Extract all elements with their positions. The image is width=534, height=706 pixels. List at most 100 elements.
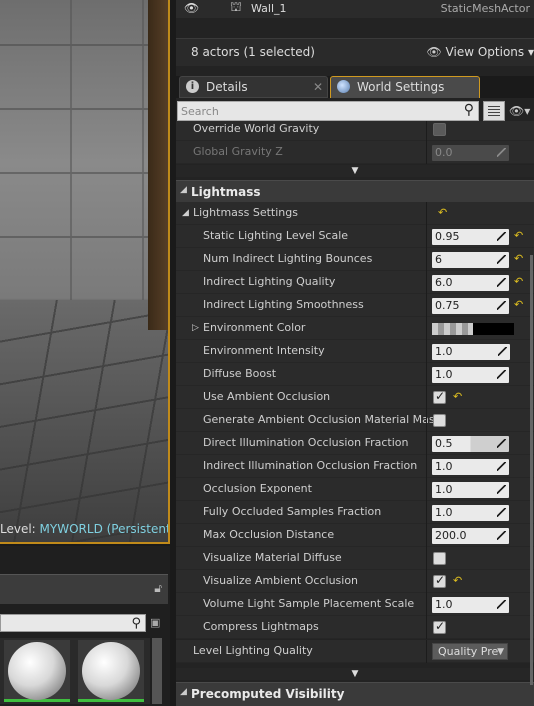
number-field[interactable]: 6.0 <box>432 275 509 291</box>
reset-arrow-icon[interactable]: ↶ <box>453 390 462 403</box>
prop-global-gravity-z: Global Gravity Z 0.0 <box>176 141 534 164</box>
column-divider <box>426 640 427 663</box>
reset-arrow-icon[interactable]: ↶ <box>514 298 523 311</box>
content-search-field[interactable]: ⚲ <box>0 614 146 632</box>
number-field[interactable]: 1.0 <box>432 597 509 613</box>
asset-scrollbar[interactable] <box>152 638 162 704</box>
slider-field[interactable]: 1.0 <box>432 482 509 498</box>
group-lightmass-settings[interactable]: ◢ Lightmass Settings ↶ <box>176 202 534 225</box>
prop-value <box>426 409 534 432</box>
details-scrollbar[interactable] <box>530 255 533 685</box>
slider-field[interactable]: 1.0 <box>432 367 509 383</box>
drag-handle-icon <box>497 278 506 287</box>
number-value: 0.5 <box>435 437 453 450</box>
number-value: 0.0 <box>435 146 453 159</box>
save-icon[interactable]: ▣ <box>150 616 160 629</box>
search-input[interactable] <box>181 104 451 118</box>
close-icon[interactable]: ✕ <box>313 80 323 94</box>
level-prefix: Level: <box>0 522 40 536</box>
outliner-row[interactable]: 👁︎ ⛫ Wall_1 StaticMeshActor <box>176 0 534 18</box>
tab-bar: i Details ✕ World Settings <box>176 76 534 98</box>
details-search: ⚲ <box>177 101 479 121</box>
prop-label: Global Gravity Z <box>193 145 283 158</box>
advanced-expander[interactable]: ▼ <box>176 668 534 680</box>
search-icon[interactable]: ⚲ <box>464 102 474 118</box>
material-sphere-preview <box>8 642 66 700</box>
reset-arrow-icon[interactable]: ↶ <box>453 574 462 587</box>
section-precomputed-visibility[interactable]: ◢ Precomputed Visibility <box>176 682 534 706</box>
prop-static-lighting-level-scale: Static Lighting Level Scale 0.95 ↶ <box>176 225 534 248</box>
prop-label: Visualize Material Diffuse <box>203 551 342 564</box>
viewport-level-label: Level: MYWORLD (Persistent) <box>0 522 168 536</box>
material-sphere-preview <box>82 642 140 700</box>
slider-field[interactable]: 1.0 <box>432 459 509 475</box>
viewport-wall <box>0 0 150 300</box>
number-field[interactable]: 200.0 <box>432 528 509 544</box>
property-matrix-button[interactable] <box>483 101 505 121</box>
prop-environment-intensity: Environment Intensity 1.0 <box>176 340 534 363</box>
lock-icon[interactable]: 🔓︎ <box>154 581 162 596</box>
checkbox[interactable] <box>433 414 446 427</box>
drag-handle-icon <box>497 148 506 157</box>
checkbox[interactable] <box>433 619 446 634</box>
checkbox[interactable] <box>433 389 446 404</box>
reset-arrow-icon[interactable]: ↶ <box>514 229 523 242</box>
tab-label: Details <box>206 80 248 94</box>
slider-field[interactable]: 1.0 <box>432 344 510 360</box>
asset-thumbnail[interactable] <box>4 640 70 702</box>
reset-arrow-icon[interactable]: ↶ <box>514 252 523 265</box>
level-viewport[interactable]: Level: MYWORLD (Persistent) <box>0 0 170 544</box>
chevron-down-icon: ▼ <box>497 647 504 657</box>
column-divider <box>426 317 427 340</box>
number-value: 0.75 <box>435 299 460 312</box>
checkbox[interactable] <box>433 573 446 588</box>
actor-type: StaticMeshActor <box>440 2 530 15</box>
slider-field[interactable]: 0.5 <box>432 436 509 452</box>
prop-label: Override World Gravity <box>193 122 320 135</box>
drag-handle-icon <box>498 347 507 356</box>
reset-arrow-icon[interactable]: ↶ <box>514 275 523 288</box>
column-divider <box>426 202 427 225</box>
asset-thumbnail[interactable] <box>78 640 144 702</box>
color-swatch[interactable] <box>432 323 514 335</box>
prop-use-ambient-occlusion: Use Ambient Occlusion ↶ <box>176 386 534 409</box>
section-lightmass[interactable]: ◢ Lightmass <box>176 180 534 202</box>
view-options-button[interactable]: 👁︎ View Options ▾ <box>426 45 534 59</box>
checkbox[interactable] <box>433 123 446 136</box>
prop-value: 6 ↶ <box>426 248 534 271</box>
viewport-beam <box>148 0 168 330</box>
number-value: 6.0 <box>435 276 453 289</box>
checkbox[interactable] <box>433 552 446 565</box>
tab-world-settings[interactable]: World Settings <box>330 76 480 98</box>
caret-right-icon[interactable]: ▷ <box>192 323 199 333</box>
prop-volume-light-sample-placement-scale: Volume Light Sample Placement Scale 1.0 <box>176 593 534 616</box>
prop-label: Environment Color <box>203 321 306 334</box>
right-panel: 👁︎ ⛫ Wall_1 StaticMeshActor 8 actors (1 … <box>176 0 534 706</box>
tab-details[interactable]: i Details ✕ <box>179 76 328 98</box>
number-field[interactable]: 0.95 <box>432 229 509 245</box>
prop-label: Compress Lightmaps <box>203 620 319 633</box>
prop-label: Indirect Lighting Smoothness <box>203 298 364 311</box>
prop-compress-lightmaps: Compress Lightmaps <box>176 616 534 639</box>
number-field[interactable]: 6 <box>432 252 509 268</box>
slider-field[interactable]: 1.0 <box>432 505 509 521</box>
eye-icon[interactable]: 👁︎▾ <box>509 104 530 118</box>
drag-handle-icon <box>497 255 506 264</box>
number-field[interactable]: 0.75 <box>432 298 509 314</box>
prop-value: 1.0 <box>426 593 534 616</box>
reset-arrow-icon[interactable]: ↶ <box>438 206 447 219</box>
info-icon: i <box>186 80 199 93</box>
drag-handle-icon <box>497 462 506 471</box>
drag-handle-icon <box>497 232 506 241</box>
alpha-checker <box>432 323 473 335</box>
number-value: 1.0 <box>435 506 453 519</box>
prop-indirect-lighting-quality: Indirect Lighting Quality 6.0 ↶ <box>176 271 534 294</box>
prop-visualize-ambient-occlusion: Visualize Ambient Occlusion ↶ <box>176 570 534 593</box>
level-lighting-quality-dropdown[interactable]: Quality Pre ▼ <box>432 643 508 660</box>
eye-icon[interactable]: 👁︎ <box>184 1 199 15</box>
search-icon[interactable]: ⚲ <box>131 616 141 631</box>
prop-value: 200.0 <box>426 524 534 547</box>
prop-label: Occlusion Exponent <box>203 482 312 495</box>
chevron-down-icon: ▾ <box>527 45 534 59</box>
advanced-expander[interactable]: ▼ <box>176 165 534 177</box>
